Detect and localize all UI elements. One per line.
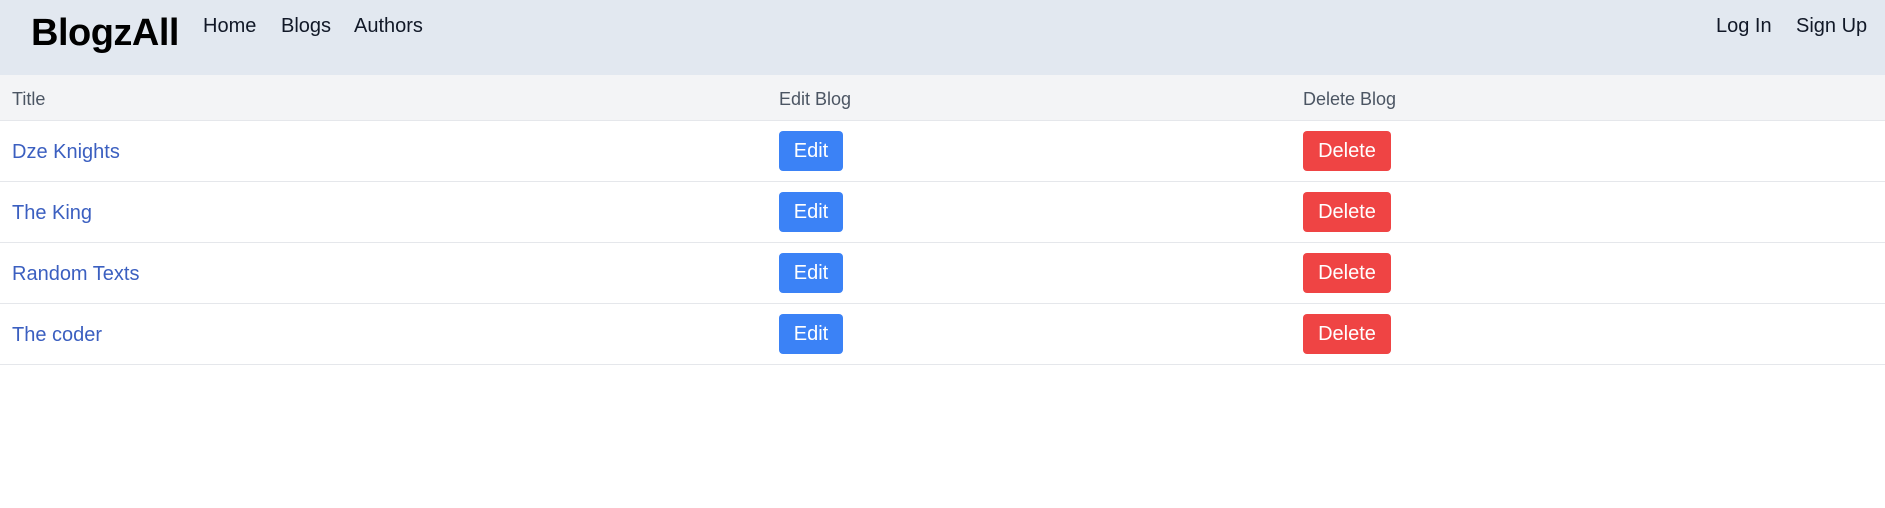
edit-button[interactable]: Edit — [779, 253, 843, 293]
delete-button[interactable]: Delete — [1303, 314, 1391, 354]
edit-button[interactable]: Edit — [779, 192, 843, 232]
header-delete-blog: Delete Blog — [1303, 89, 1397, 109]
navbar: BlogzAll Home Blogs Authors Log In Sign … — [0, 0, 1885, 75]
nav-authors-link[interactable]: Authors — [354, 13, 423, 39]
login-link[interactable]: Log In — [1716, 13, 1772, 39]
nav-blogs-link[interactable]: Blogs — [281, 13, 331, 39]
table-row: Dze Knights Edit Delete — [0, 121, 1885, 182]
table-row: The King Edit Delete — [0, 182, 1885, 243]
blog-title-link[interactable]: Dze Knights — [12, 139, 120, 165]
header-edit-blog: Edit Blog — [779, 89, 852, 109]
edit-button[interactable]: Edit — [779, 314, 843, 354]
table-row: The coder Edit Delete — [0, 304, 1885, 365]
blogs-table: Title Edit Blog Delete Blog Dze Knights … — [0, 75, 1885, 365]
signup-link[interactable]: Sign Up — [1796, 13, 1867, 39]
header-title: Title — [12, 89, 46, 109]
blog-title-link[interactable]: The coder — [12, 322, 102, 348]
delete-button[interactable]: Delete — [1303, 192, 1391, 232]
nav-home-link[interactable]: Home — [203, 13, 256, 39]
blog-title-link[interactable]: Random Texts — [12, 261, 139, 287]
table-header: Title Edit Blog Delete Blog — [0, 75, 1885, 121]
brand-logo[interactable]: BlogzAll — [31, 10, 179, 56]
delete-button[interactable]: Delete — [1303, 253, 1391, 293]
delete-button[interactable]: Delete — [1303, 131, 1391, 171]
table-row: Random Texts Edit Delete — [0, 243, 1885, 304]
edit-button[interactable]: Edit — [779, 131, 843, 171]
blog-title-link[interactable]: The King — [12, 200, 92, 226]
